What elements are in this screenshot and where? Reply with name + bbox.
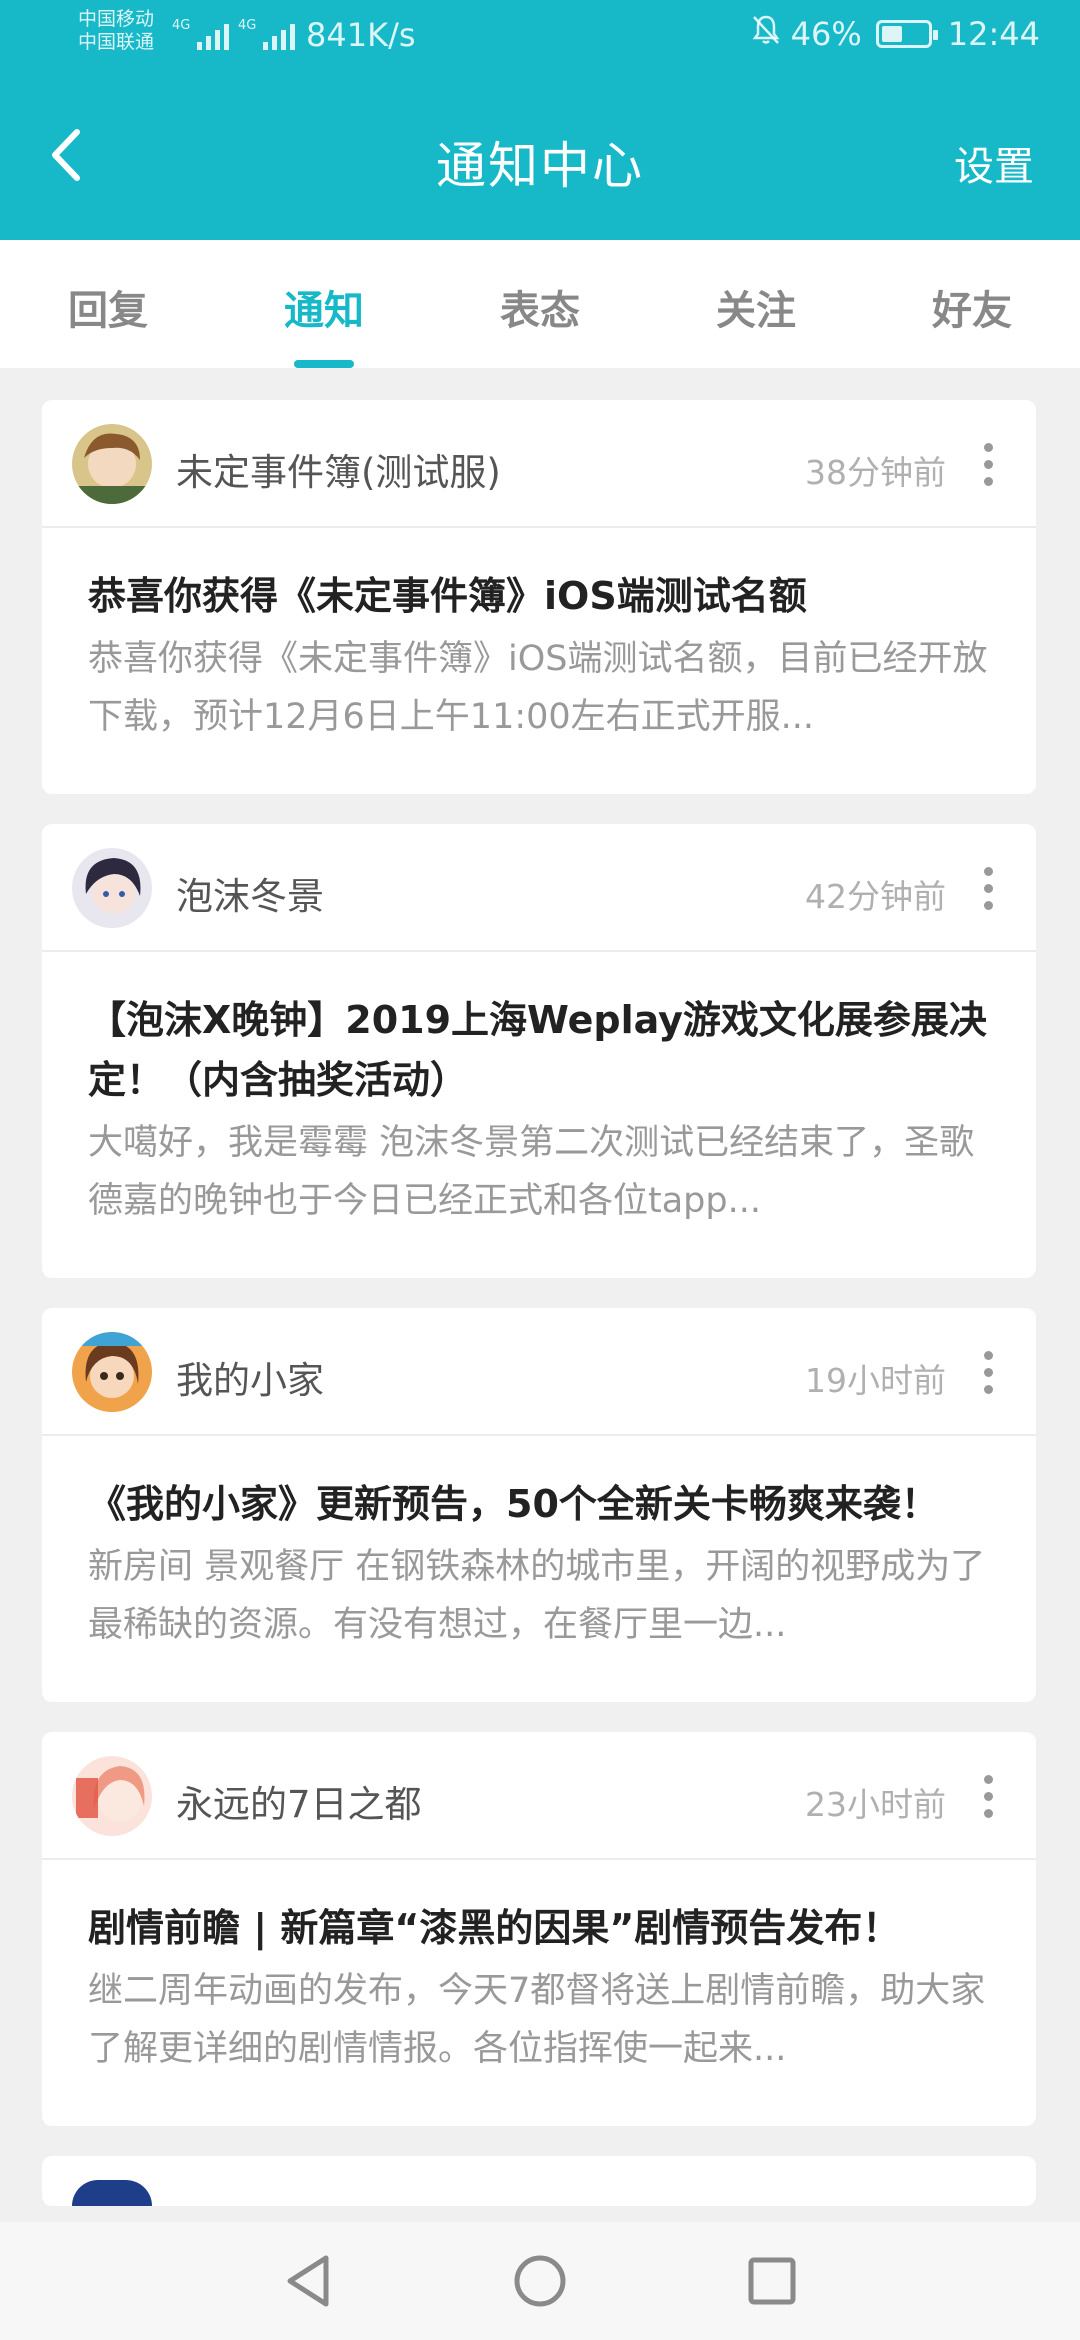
status-bar: 中国移动 中国联通 4G 4G 841K/s 46% 12:44 xyxy=(0,0,1080,70)
signal-1-icon: 4G xyxy=(172,18,230,50)
timestamp: 42分钟前 xyxy=(805,877,946,916)
more-icon[interactable] xyxy=(970,860,1006,916)
tab-notifications[interactable]: 通知 xyxy=(216,240,432,368)
carrier-1: 中国移动 xyxy=(78,8,155,30)
source-name[interactable]: 我的小家 xyxy=(176,1350,324,1404)
avatar[interactable] xyxy=(72,1332,152,1412)
tab-label: 回复 xyxy=(68,288,148,334)
tab-label: 关注 xyxy=(716,288,796,334)
card-body: 剧情前瞻 | 新篇章“漆黑的因果”剧情预告发布！ 继二周年动画的发布，今天7都督… xyxy=(42,1860,1036,2126)
timestamp: 23小时前 xyxy=(805,1785,946,1824)
card-title: 《我的小家》更新预告，50个全新关卡畅爽来袭！ xyxy=(88,1482,939,1526)
more-icon[interactable] xyxy=(970,1344,1006,1400)
home-circle-icon[interactable] xyxy=(504,2245,576,2317)
tab-bar: 回复 通知 表态 关注 好友 xyxy=(0,240,1080,368)
card-header: 我的小家 19小时前 xyxy=(42,1308,1036,1436)
tab-friends[interactable]: 好友 xyxy=(864,240,1080,368)
tab-label: 表态 xyxy=(500,288,580,334)
card-desc: 大噶好，我是霉霉 泡沫冬景第二次测试已经结束了，圣歌德嘉的晚钟也于今日已经正式和… xyxy=(88,1123,975,1221)
notification-feed: 未定事件簿(测试服) 38分钟前 恭喜你获得《未定事件簿》iOS端测试名额 恭喜… xyxy=(42,400,1036,2236)
card-title: 剧情前瞻 | 新篇章“漆黑的因果”剧情预告发布！ xyxy=(88,1906,901,1950)
source-name[interactable]: 未定事件簿(测试服) xyxy=(176,442,501,496)
tab-reactions[interactable]: 表态 xyxy=(432,240,648,368)
tab-label: 通知 xyxy=(284,288,364,334)
card-title: 恭喜你获得《未定事件簿》iOS端测试名额 xyxy=(88,574,807,618)
more-icon[interactable] xyxy=(970,1768,1006,1824)
carrier-labels: 中国移动 中国联通 xyxy=(78,8,154,54)
tab-label: 好友 xyxy=(932,288,1012,334)
card-desc: 恭喜你获得《未定事件簿》iOS端测试名额，目前已经开放下载，预计12月6日上午1… xyxy=(88,639,988,737)
card-desc: 继二周年动画的发布，今天7都督将送上剧情前瞻，助大家了解更详细的剧情情报。各位指… xyxy=(88,1971,986,2069)
avatar[interactable] xyxy=(72,848,152,928)
card-header: 未定事件簿(测试服) 38分钟前 xyxy=(42,400,1036,528)
timestamp: 38分钟前 xyxy=(805,453,946,492)
settings-button[interactable]: 设置 xyxy=(954,134,1034,192)
timestamp: 19小时前 xyxy=(805,1361,946,1400)
page-title: 通知中心 xyxy=(436,137,644,195)
back-triangle-icon[interactable] xyxy=(272,2245,344,2317)
net-speed: 841K/s xyxy=(306,16,416,54)
card-body: 【泡沫X晚钟】2019上海Weplay游戏文化展参展决定！（内含抽奖活动） 大噶… xyxy=(42,952,1036,1278)
card-body: 恭喜你获得《未定事件簿》iOS端测试名额 恭喜你获得《未定事件簿》iOS端测试名… xyxy=(42,528,1036,794)
card-header: 永远的7日之都 23小时前 xyxy=(42,1732,1036,1860)
more-icon[interactable] xyxy=(970,436,1006,492)
notification-card[interactable]: 永远的7日之都 23小时前 剧情前瞻 | 新篇章“漆黑的因果”剧情预告发布！ 继… xyxy=(42,1732,1036,2126)
battery-percent: 46% xyxy=(790,15,862,53)
status-right: 46% 12:44 xyxy=(751,14,1040,54)
tab-follows[interactable]: 关注 xyxy=(648,240,864,368)
card-body: 《我的小家》更新预告，50个全新关卡畅爽来袭！ 新房间 景观餐厅 在钢铁森林的城… xyxy=(42,1436,1036,1702)
notification-card[interactable]: 未定事件簿(测试服) 38分钟前 恭喜你获得《未定事件簿》iOS端测试名额 恭喜… xyxy=(42,400,1036,794)
avatar[interactable] xyxy=(72,424,152,504)
mute-bell-icon xyxy=(751,14,781,54)
battery-icon xyxy=(875,20,938,48)
source-name[interactable]: 永远的7日之都 xyxy=(176,1774,422,1828)
card-desc: 新房间 景观餐厅 在钢铁森林的城市里，开阔的视野成为了最稀缺的资源。有没有想过，… xyxy=(88,1547,986,1645)
avatar[interactable] xyxy=(72,2180,152,2206)
carrier-2: 中国联通 xyxy=(78,31,155,53)
notification-card-partial[interactable] xyxy=(42,2156,1036,2206)
tab-replies[interactable]: 回复 xyxy=(0,240,216,368)
avatar[interactable] xyxy=(72,1756,152,1836)
signal-2-icon: 4G xyxy=(238,18,296,50)
system-nav-bar xyxy=(0,2222,1080,2340)
card-header: 泡沫冬景 42分钟前 xyxy=(42,824,1036,952)
notification-card[interactable]: 我的小家 19小时前 《我的小家》更新预告，50个全新关卡畅爽来袭！ 新房间 景… xyxy=(42,1308,1036,1702)
active-tab-indicator xyxy=(294,360,354,368)
top-header: 中国移动 中国联通 4G 4G 841K/s 46% 12:44 通知中心 设置 xyxy=(0,0,1080,240)
app-bar: 通知中心 设置 xyxy=(0,100,1080,212)
card-title: 【泡沫X晚钟】2019上海Weplay游戏文化展参展决定！（内含抽奖活动） xyxy=(88,998,987,1102)
recents-square-icon[interactable] xyxy=(736,2245,808,2317)
notification-card[interactable]: 泡沫冬景 42分钟前 【泡沫X晚钟】2019上海Weplay游戏文化展参展决定！… xyxy=(42,824,1036,1278)
source-name[interactable]: 泡沫冬景 xyxy=(176,866,324,920)
clock: 12:44 xyxy=(947,15,1040,53)
